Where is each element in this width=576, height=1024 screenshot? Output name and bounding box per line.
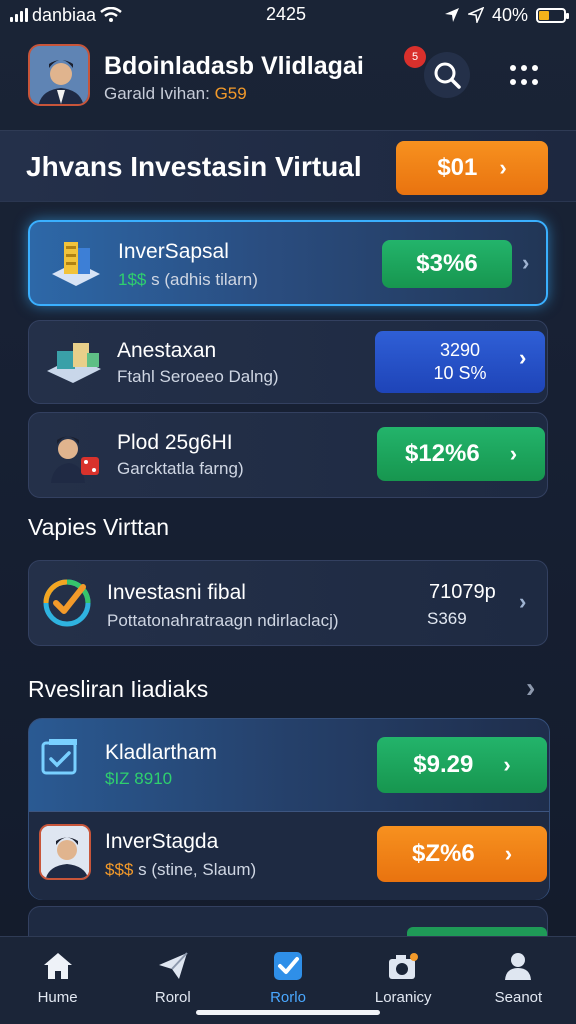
location-arrow-icon (444, 8, 459, 22)
card-value: $12%6 (404, 440, 480, 467)
battery-icon (536, 7, 569, 23)
investment-card-3[interactable]: Plod 25g6HI Garcktatla farng) $12%6 › (28, 412, 548, 498)
card-sub-text: Ftahl Seroeeo Dalng) (117, 367, 279, 386)
card-value-pill[interactable]: $9.29 › (377, 737, 547, 793)
card-sub-text: s (stine, Slaum) (138, 860, 257, 879)
avatar[interactable] (28, 44, 90, 106)
more-options-button[interactable] (500, 52, 548, 98)
card-title: Kladlartham (105, 741, 218, 764)
chevron-right-icon: › (519, 345, 527, 370)
user-sub-label: Garald Ivihan: (104, 84, 210, 103)
person-avatar-icon (41, 826, 89, 878)
card-value-line2: 10 S% (433, 363, 487, 383)
avatar (39, 824, 91, 880)
page-title: Jhvans Investasin Virtual (26, 151, 362, 182)
nav-home[interactable]: Hume (0, 937, 115, 1024)
card-value-pill[interactable]: $3%6 (382, 240, 512, 288)
card-title: InverSapsal (118, 240, 229, 263)
card-title: Investasni fibal (107, 581, 246, 604)
document-check-icon (41, 739, 77, 775)
wifi-icon (100, 7, 122, 22)
server-stack-icon (52, 242, 100, 286)
home-icon (43, 953, 72, 979)
section-title-reports: Rvesliran Iiadiaks (28, 676, 209, 702)
card-value-line1: 3290 (439, 340, 481, 360)
chevron-right-icon: › (522, 250, 530, 275)
battery-percent: 40% (491, 4, 528, 25)
next-card-peek (28, 906, 548, 937)
card-value-pill[interactable]: $Z%6 › (377, 826, 547, 882)
card-value-pill[interactable]: $12%6 › (377, 427, 545, 481)
card-value: $9.29 (413, 751, 474, 778)
chevron-right-icon: › (499, 155, 507, 180)
chevron-right-icon: › (503, 752, 511, 777)
search-icon (434, 62, 461, 89)
user-sub-value: G59 (214, 84, 247, 103)
banner-value-button[interactable]: $01 › (396, 141, 548, 195)
card-subtitle: $$$ s (stine, Slaum) (105, 860, 256, 880)
notification-badge[interactable]: 5 (404, 46, 426, 68)
card-sub-text: s (adhis tilarn) (151, 270, 258, 289)
report-card-2[interactable]: InverStagda $$$ s (stine, Slaum) $Z%6 › (29, 812, 549, 900)
camera-icon (389, 953, 419, 979)
card-sub-text: Garcktatla farng) (117, 459, 244, 478)
nav-label: Hume (37, 989, 78, 1006)
card-sub-text: Pottatonahratraagn ndirlaclacj) (107, 611, 339, 630)
paper-plane-icon (158, 952, 188, 979)
nav-profile[interactable]: Seanot (461, 937, 576, 1024)
card-value-line2: S369 (427, 609, 467, 628)
virtual-investment-card[interactable]: Investasni fibal Pottatonahratraagn ndir… (28, 560, 548, 646)
user-icon (505, 953, 532, 980)
status-left: danbiaa (10, 5, 122, 26)
boxes-icon (47, 343, 101, 383)
check-square-icon (274, 952, 302, 980)
card-sub-highlight: 1$$ (118, 270, 147, 289)
card-value: $3%6 (416, 250, 478, 277)
section-title-virtual: Vapies Virttan (28, 514, 170, 540)
title-banner: Jhvans Investasin Virtual $01 › (0, 130, 576, 202)
home-indicator (196, 1010, 380, 1015)
card-title: Anestaxan (117, 339, 217, 362)
user-name: Bdoinladasb Vlidlagai (104, 52, 364, 80)
status-right: 40% (444, 4, 569, 26)
section-chevron-icon[interactable]: › (526, 672, 535, 704)
carrier-name: danbiaa (32, 4, 97, 25)
card-sub-highlight: $$$ (105, 860, 134, 879)
card-value-line1: 71079p (429, 581, 496, 603)
report-card-1[interactable]: Kladlartham $IZ 8910 $9.29 › (29, 719, 549, 811)
status-bar: danbiaa 2425 40% (0, 0, 576, 30)
user-subtitle: Garald Ivihan: G59 (104, 84, 247, 104)
nav-label: Loranicy (374, 989, 432, 1006)
card-value: $Z%6 (411, 840, 475, 867)
chevron-right-icon: › (504, 841, 513, 866)
person-avatar-icon (30, 46, 88, 104)
dots-grid-icon (510, 65, 538, 85)
banner-value: $01 (437, 154, 478, 181)
card-title: InverStagda (105, 830, 219, 853)
signal-icon (10, 8, 28, 22)
card-subtitle: 1$$ s (adhis tilarn) (118, 270, 258, 290)
card-title: Plod 25g6HI (117, 431, 233, 454)
chevron-right-icon: › (509, 441, 518, 466)
location-outline-icon (467, 7, 484, 23)
check-circle-icon (43, 579, 91, 627)
card-sub-text: $IZ 8910 (105, 769, 173, 788)
investment-card-2[interactable]: Anestaxan Ftahl Seroeeo Dalng) 3290 10 S… (28, 320, 548, 404)
nav-label: Seanot (494, 989, 543, 1006)
status-time: 2425 (266, 4, 307, 24)
chevron-right-icon: › (519, 589, 527, 614)
investment-card-1[interactable]: InverSapsal 1$$ s (adhis tilarn) $3%6 › (28, 220, 548, 306)
nav-label: Rorol (154, 989, 191, 1006)
person-dice-icon (51, 436, 99, 483)
search-button[interactable] (424, 52, 470, 98)
lower-panel: Kladlartham $IZ 8910 $9.29 › InverStagda… (28, 718, 550, 900)
header: Bdoinladasb Vlidlagai Garald Ivihan: G59… (0, 38, 576, 118)
nav-label: Rorlo (270, 989, 306, 1006)
